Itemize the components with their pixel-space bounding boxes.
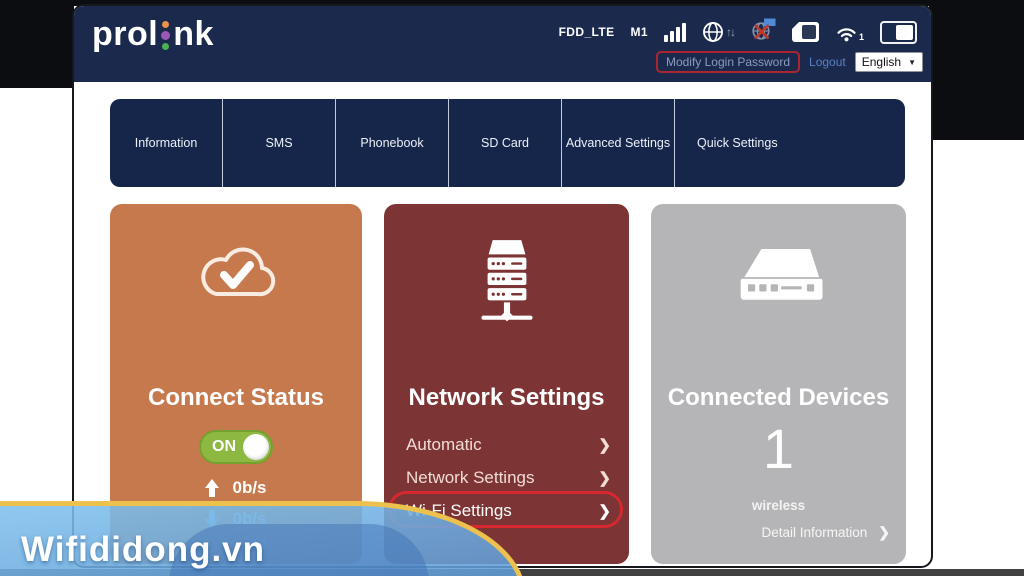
- nav-tab-phonebook[interactable]: Phonebook: [336, 99, 449, 187]
- menu-item-network-settings[interactable]: Network Settings: [406, 461, 611, 494]
- router-admin-window: prol nk FDD_LTE M1 ↑↓ 1 Modify Login Pas…: [72, 4, 933, 568]
- status-bar: FDD_LTE M1 ↑↓ 1: [559, 14, 917, 50]
- logout-link[interactable]: Logout: [809, 55, 846, 69]
- logo-text-suffix: nk: [173, 15, 214, 53]
- globe-traffic-icon: [702, 21, 734, 43]
- prolink-logo: prol nk: [92, 17, 214, 51]
- language-select[interactable]: English: [854, 52, 923, 72]
- nav-tab-quick-settings[interactable]: Quick Settings: [675, 99, 905, 187]
- network-type-label: FDD_LTE: [558, 25, 615, 39]
- nav-tab-sd-card[interactable]: SD Card: [449, 99, 562, 187]
- upload-arrow-icon: [205, 479, 220, 497]
- chevron-right-icon: [598, 435, 611, 455]
- device-count: 1: [762, 417, 795, 480]
- operator-label: M1: [630, 25, 648, 39]
- screenshot-canvas: prol nk FDD_LTE M1 ↑↓ 1 Modify Login Pas…: [0, 0, 1024, 576]
- connected-devices-title: Connected Devices: [667, 384, 890, 411]
- modify-login-password-button[interactable]: Modify Login Password: [655, 51, 801, 73]
- nav-tab-sms[interactable]: SMS: [223, 99, 336, 187]
- upload-rate-value: 0b/s: [232, 478, 267, 497]
- menu-item-automatic[interactable]: Automatic: [406, 428, 611, 461]
- detail-information-link[interactable]: Detail Information: [761, 524, 890, 541]
- header: prol nk FDD_LTE M1 ↑↓ 1 Modify Login Pas…: [74, 6, 931, 82]
- chevron-right-icon: [598, 501, 611, 521]
- battery-icon: [880, 20, 917, 44]
- main-nav: Information SMS Phonebook SD Card Advanc…: [110, 99, 905, 187]
- top-left-letterbox: [0, 0, 74, 88]
- chevron-right-icon: [598, 468, 611, 488]
- logo-text-prefix: prol: [92, 15, 159, 53]
- account-row: Modify Login Password Logout English: [655, 51, 923, 73]
- connect-status-title: Connect Status: [147, 384, 324, 411]
- connection-toggle[interactable]: ON: [199, 430, 273, 464]
- upload-rate-row: 0b/s: [110, 478, 362, 498]
- wifi-count-label: 1: [858, 31, 864, 42]
- toggle-knob: [243, 434, 269, 460]
- watermark-text: Wifididong.vn: [21, 530, 266, 569]
- wifi-signal-icon: 1: [835, 23, 864, 42]
- logo-i-dots-icon: [161, 18, 171, 51]
- traffic-arrows-icon: [726, 25, 734, 39]
- top-right-letterbox: [929, 0, 1024, 140]
- network-settings-title: Network Settings: [408, 384, 605, 411]
- chevron-right-icon: [878, 524, 890, 541]
- router-device-icon: [651, 236, 906, 320]
- menu-item-label: Network Settings: [406, 467, 535, 487]
- menu-item-label: Automatic: [406, 434, 482, 454]
- toggle-state-label: ON: [212, 438, 236, 455]
- nav-tab-information[interactable]: Information: [110, 99, 223, 187]
- server-stack-icon: [384, 236, 629, 332]
- cloud-check-icon: [110, 236, 362, 312]
- language-value: English: [861, 55, 902, 69]
- sim-card-icon: [791, 22, 819, 42]
- wireless-label: wireless: [751, 498, 806, 513]
- roaming-disabled-icon: [750, 18, 776, 47]
- nav-tab-advanced-settings[interactable]: Advanced Settings: [562, 99, 675, 187]
- signal-bars-icon: [663, 22, 686, 42]
- connected-devices-card: Connected Devices 1 wireless Detail Info…: [651, 204, 906, 564]
- detail-information-label: Detail Information: [761, 525, 868, 540]
